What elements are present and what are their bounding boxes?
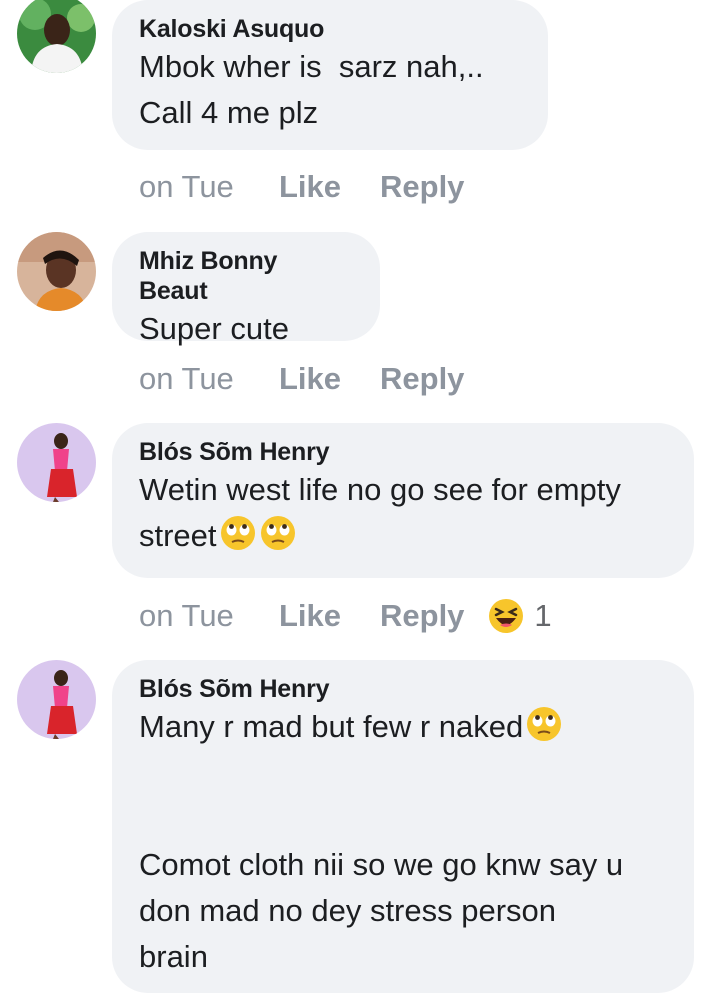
comment-text-line: Mbok wher is sarz nah,.. [139,49,484,84]
comment-actions: on Tue Like Reply [139,165,464,209]
reply-button[interactable]: Reply [380,598,464,634]
avatar[interactable] [17,423,96,502]
reply-button[interactable]: Reply [380,361,464,397]
reply-button[interactable]: Reply [380,169,464,205]
comment-text-line: Wetin west life no go see for empty [139,472,621,507]
comment-time[interactable]: on Tue [139,361,279,397]
comment-text-fragment: Many r mad but few r naked [139,709,524,744]
comment-text-line: Comot cloth nii so we go knw say u [139,847,624,882]
comment-time[interactable]: on Tue [139,169,279,205]
face-with-rolling-eyes-icon [525,705,563,743]
avatar[interactable] [17,232,96,311]
comment-text-line: ​ [139,750,666,796]
comment-text-line: Super cute [139,311,289,346]
like-button[interactable]: Like [279,598,380,634]
like-button[interactable]: Like [279,169,380,205]
comment-actions: on Tue Like Reply 1 [139,594,552,638]
comment-bubble: Kaloski Asuquo Mbok wher is sarz nah,.. … [112,0,548,150]
comment-text-line: street [139,513,666,559]
comment-text-fragment: street [139,518,217,553]
comment-text-line: Call 4 me plz [139,95,319,130]
haha-reaction-icon [488,598,524,634]
comment-bubble: Mhiz Bonny Beaut Super cute [112,232,380,346]
comment-author[interactable]: Kaloski Asuquo [139,14,520,44]
face-with-rolling-eyes-icon [259,514,297,552]
comment-actions: on Tue Like Reply [139,357,464,401]
comment-text-line: brain [139,939,208,974]
avatar[interactable] [17,0,96,73]
avatar[interactable] [17,660,96,739]
comment-bubble: Blós Sõm Henry Many r mad but few r nake… [112,660,694,993]
comment-author[interactable]: Blós Sõm Henry [139,437,666,467]
face-with-rolling-eyes-icon [219,514,257,552]
comment-text-line: don mad no dey stress person [139,893,557,928]
comment-author[interactable]: Mhiz Bonny Beaut [139,246,352,306]
reaction-count: 1 [534,598,552,633]
comment-time[interactable]: on Tue [139,598,279,634]
comment-author[interactable]: Blós Sõm Henry [139,674,666,704]
comment-text-line: ​ [139,796,666,842]
comment-bubble: Blós Sõm Henry Wetin west life no go see… [112,423,694,578]
comment-text-line: Many r mad but few r naked [139,704,666,750]
reaction-summary[interactable]: 1 [488,598,552,634]
like-button[interactable]: Like [279,361,380,397]
